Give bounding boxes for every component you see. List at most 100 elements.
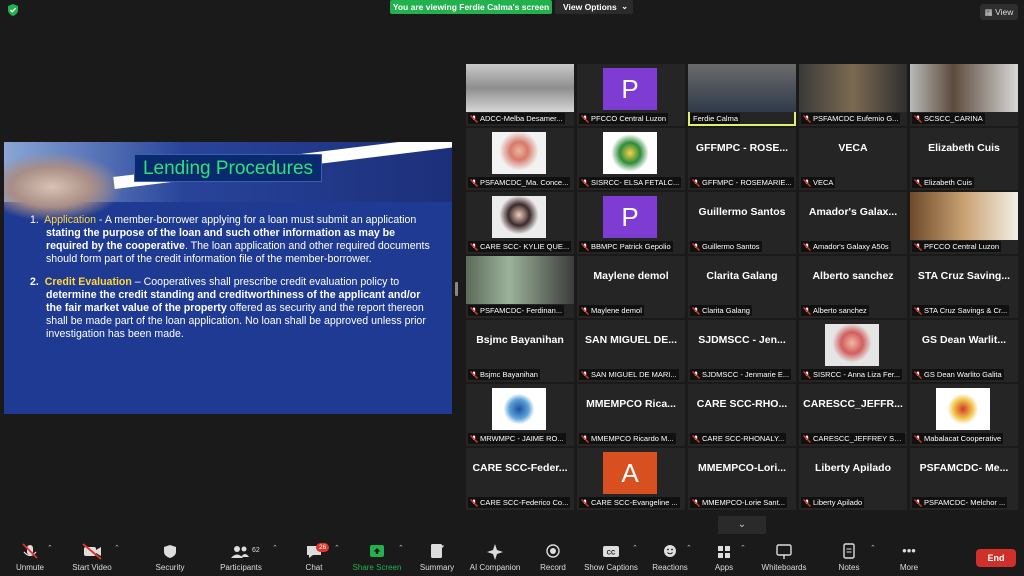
participant-tile[interactable]: PSFAMCDC- Ferdinan... (466, 256, 574, 318)
summary-button[interactable]: Summary (416, 540, 458, 576)
participant-tile[interactable]: Liberty Apilado Liberty Apilado (799, 448, 907, 510)
participant-tile[interactable]: MMEMPCO-Lori... MMEMPCO-Lorie Sant... (688, 448, 796, 510)
participant-tile[interactable]: Ferdie Calma (688, 64, 796, 126)
mic-muted-icon (803, 499, 811, 507)
chevron-up-icon[interactable]: ⌃ (740, 544, 746, 552)
chevron-up-icon[interactable]: ⌃ (47, 544, 53, 552)
participant-name-label: SJDMSCC - Jenmarie E... (690, 369, 792, 380)
end-meeting-button[interactable]: End (976, 549, 1016, 567)
participant-video (799, 64, 907, 112)
video-off-icon (82, 543, 102, 560)
mic-muted-icon (803, 179, 811, 187)
notes-button[interactable]: Notes (832, 540, 866, 576)
participant-tile[interactable]: CARE SCC- KYLIE QUE... (466, 192, 574, 254)
share-screen-icon (370, 545, 384, 557)
participant-tile[interactable]: P PFCCO Central Luzon (577, 64, 685, 126)
notes-icon (843, 543, 855, 559)
start-video-button[interactable]: Start Video (68, 540, 116, 576)
participant-name-label: Clarita Galang (690, 305, 752, 316)
chevron-up-icon[interactable]: ⌃ (114, 544, 120, 552)
participant-tile[interactable]: Elizabeth Cuis Elizabeth Cuis (910, 128, 1018, 190)
participant-tile[interactable]: STA Cruz Saving... STA Cruz Savings & Cr.… (910, 256, 1018, 318)
whiteboards-button[interactable]: Whiteboards (756, 540, 812, 576)
item-number: 1. (30, 214, 39, 226)
chevron-up-icon[interactable]: ⌃ (272, 544, 278, 552)
participant-tile[interactable]: ADCC-Melba Desamer... (466, 64, 574, 126)
participant-name-label: BBMPC Patrick Gepolio (579, 241, 673, 252)
chevron-up-icon[interactable]: ⌃ (632, 544, 638, 552)
participant-name: ADCC-Melba Desamer... (480, 114, 563, 123)
participant-tile[interactable]: Bsjmc Bayanihan Bsjmc Bayanihan (466, 320, 574, 382)
participant-name: PSFAMCDC Eufemio G... (813, 114, 899, 123)
participant-display-name: SAN MIGUEL DE... (585, 334, 677, 346)
view-grid-icon: ▦ (984, 7, 993, 17)
participants-button[interactable]: Participants (216, 540, 266, 576)
participant-tile[interactable]: Maylene demol Maylene demol (577, 256, 685, 318)
participant-tile[interactable]: MRWMPC - JAIME RO... (466, 384, 574, 446)
participant-name: SAN MIGUEL DE MARI... (591, 370, 677, 379)
participant-name: GS Dean Warlito Galita (924, 370, 1002, 379)
participant-tile[interactable]: CARE SCC-Feder... CARE SCC-Federico Co... (466, 448, 574, 510)
gallery-expand-button[interactable]: ⌄ (718, 516, 766, 534)
participant-tile[interactable]: GS Dean Warlit... GS Dean Warlito Galita (910, 320, 1018, 382)
mic-muted-icon (803, 115, 811, 123)
mic-muted-icon (692, 307, 700, 315)
participant-tile[interactable]: SISRCC- ELSA FETALC... (577, 128, 685, 190)
mic-muted-icon (692, 499, 700, 507)
splitter-handle[interactable] (455, 282, 458, 296)
participant-tile[interactable]: SCSCC_CARINA (910, 64, 1018, 126)
participant-tile[interactable]: CARE SCC-RHO... CARE SCC-RHONALY... (688, 384, 796, 446)
more-button[interactable]: ••• More (892, 540, 926, 576)
participant-tile[interactable]: SJDMSCC - Jen... SJDMSCC - Jenmarie E... (688, 320, 796, 382)
participant-display-name: VECA (838, 142, 868, 154)
slide-item-application: 1. Application - A member-borrower apply… (30, 214, 430, 266)
reactions-button[interactable]: Reactions (650, 540, 690, 576)
participant-tile[interactable]: Clarita Galang Clarita Galang (688, 256, 796, 318)
participant-tile[interactable]: PFCCO Central Luzon (910, 192, 1018, 254)
chevron-up-icon[interactable]: ⌃ (398, 544, 404, 552)
mic-muted-icon (581, 179, 589, 187)
view-options-label: View Options (563, 2, 617, 12)
participant-name: STA Cruz Savings & Cr... (924, 306, 1008, 315)
chevron-up-icon[interactable]: ⌃ (686, 544, 692, 552)
participant-tile[interactable]: CARESCC_JEFFR... CARESCC_JEFFREY SA... (799, 384, 907, 446)
participant-tile[interactable]: Mabalacat Cooperative (910, 384, 1018, 446)
mic-muted-icon (581, 243, 589, 251)
chevron-up-icon[interactable]: ⌃ (870, 544, 876, 552)
participant-name-label: GS Dean Warlito Galita (912, 369, 1004, 380)
participant-tile[interactable]: Guillermo Santos Guillermo Santos (688, 192, 796, 254)
item-text: - A member-borrower applying for a loan … (95, 214, 417, 226)
reactions-label: Reactions (652, 563, 688, 572)
participant-tile[interactable]: A CARE SCC-Evangeline ... (577, 448, 685, 510)
whiteboard-icon (776, 544, 792, 559)
record-button[interactable]: Record (536, 540, 570, 576)
security-button[interactable]: Security (150, 540, 190, 576)
participant-tile[interactable]: PSFAMCDC- Me... PSFAMCDC- Melchor ... (910, 448, 1018, 510)
participant-tile[interactable]: VECA VECA (799, 128, 907, 190)
view-button[interactable]: ▦ View (980, 4, 1018, 20)
participant-tile[interactable]: MMEMPCO Rica... MMEMPCO Ricardo M... (577, 384, 685, 446)
share-screen-button[interactable]: Share Screen (350, 540, 404, 576)
participant-tile[interactable]: P BBMPC Patrick Gepolio (577, 192, 685, 254)
participant-name: Maylene demol (591, 306, 642, 315)
participant-tile[interactable]: SAN MIGUEL DE... SAN MIGUEL DE MARI... (577, 320, 685, 382)
mic-muted-icon (470, 307, 478, 315)
unmute-button[interactable]: Unmute (8, 540, 52, 576)
participant-tile[interactable]: Amador's Galax... Amador's Galaxy A50s (799, 192, 907, 254)
view-options-button[interactable]: View Options ⌄ (555, 0, 633, 14)
apps-button[interactable]: Apps (706, 540, 742, 576)
participant-tile[interactable]: PSFAMCDC Eufemio G... (799, 64, 907, 126)
reactions-icon (664, 545, 676, 557)
participant-tile[interactable]: SISRCC - Anna Liza Fer... (799, 320, 907, 382)
participant-name: Mabalacat Cooperative (924, 434, 1002, 443)
participant-tile[interactable]: PSFAMCDC_Ma. Conce... (466, 128, 574, 190)
mic-muted-icon (803, 435, 811, 443)
ai-companion-button[interactable]: AI Companion (466, 540, 524, 576)
participant-tile[interactable]: Alberto sanchez Alberto sanchez (799, 256, 907, 318)
participant-name: CARE SCC-RHONALY... (702, 434, 785, 443)
mic-muted-icon (914, 371, 922, 379)
ai-companion-label: AI Companion (469, 563, 521, 572)
shield-icon[interactable] (6, 3, 20, 17)
chevron-up-icon[interactable]: ⌃ (334, 544, 340, 552)
participant-tile[interactable]: GFFMPC - ROSE... GFFMPC - ROSEMARIE... (688, 128, 796, 190)
